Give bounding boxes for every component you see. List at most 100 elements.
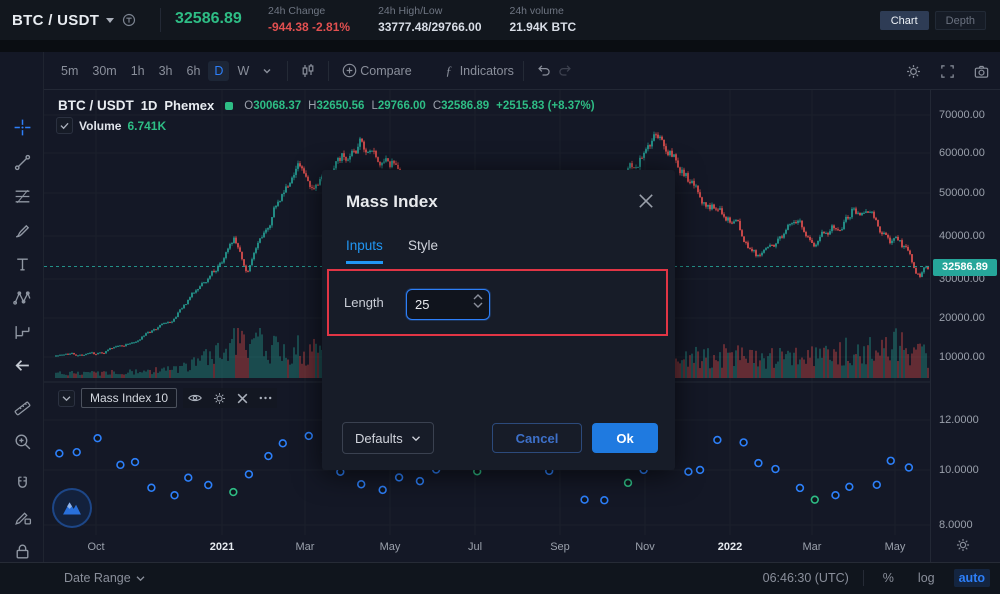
view-toggle: Chart Depth [880, 11, 986, 30]
divider [287, 61, 288, 81]
chevron-down-icon [106, 18, 114, 23]
length-input-wrap [406, 289, 490, 320]
undo-icon[interactable] [533, 60, 555, 82]
indicator-eye-icon[interactable] [187, 390, 203, 406]
price-axis[interactable]: 70000.0060000.0050000.0040000.0030000.00… [930, 90, 1000, 562]
trend-line-icon[interactable] [12, 152, 32, 172]
percent-scale-button[interactable]: % [878, 569, 899, 587]
interval-button-6h[interactable]: 6h [181, 61, 207, 81]
zoom-in-icon[interactable] [12, 431, 32, 451]
divider [523, 61, 524, 81]
chart-legend: BTC / USDT 1D Phemex O30068.37H32650.56L… [58, 98, 595, 113]
fullscreen-icon[interactable] [936, 60, 958, 82]
camera-snapshot-icon[interactable] [970, 60, 992, 82]
ohlc-item: O30068.37 [244, 100, 301, 112]
symbol-selector[interactable]: BTC / USDT [12, 0, 137, 40]
candle-style-icon[interactable] [297, 60, 319, 82]
volume-value: 6.741K [127, 119, 166, 133]
market-stats: 24h Change-944.38 -2.81% 24h High/Low3377… [268, 5, 576, 34]
time-tick-label: May [885, 541, 906, 553]
tab-style[interactable]: Style [408, 238, 438, 261]
interval-button-d[interactable]: D [208, 61, 229, 81]
ohlc-item: L29766.00 [371, 100, 425, 112]
cancel-button[interactable]: Cancel [492, 423, 582, 453]
indicator-remove-x-icon[interactable] [236, 392, 249, 405]
settings-gear-icon[interactable] [902, 60, 924, 82]
measure-ruler-icon[interactable] [12, 398, 32, 418]
bottom-bar-right: 06:46:30 (UTC) % log auto [763, 569, 990, 587]
price-tick-label: 50000.00 [939, 187, 985, 199]
mass-index-title[interactable]: Mass Index 10 [81, 388, 177, 408]
indicators-button[interactable]: Indicators [460, 64, 514, 78]
symbol-label: BTC / USDT [12, 12, 99, 29]
market-stat: 24h Change-944.38 -2.81% [268, 5, 350, 34]
xabcd-pattern-icon[interactable] [12, 288, 32, 308]
indicator-more-dots-icon[interactable] [258, 394, 273, 402]
stay-in-drawing-mode-icon[interactable] [12, 507, 32, 527]
compare-plus-icon [338, 60, 360, 82]
mass-index-legend: Mass Index 10 [58, 388, 277, 408]
interval-button-30m[interactable]: 30m [86, 61, 122, 81]
stepper-down-icon[interactable] [473, 302, 483, 308]
interval-button-5m[interactable]: 5m [55, 61, 84, 81]
text-tool-icon[interactable] [12, 254, 32, 274]
lock-drawings-icon[interactable] [12, 541, 32, 561]
market-stat: 24h High/Low33777.48/29766.00 [378, 5, 481, 34]
interval-button-3h[interactable]: 3h [153, 61, 179, 81]
volume-toggle-checkbox[interactable] [56, 117, 73, 134]
highlight-annotation-box: Length [327, 269, 668, 336]
interval-chevron-icon[interactable] [256, 60, 278, 82]
crosshair-icon[interactable] [12, 117, 32, 137]
stat-label: 24h Change [268, 5, 350, 17]
coin-info-icon[interactable] [121, 12, 137, 28]
tab-inputs[interactable]: Inputs [346, 238, 383, 264]
time-tick-label: Jul [468, 541, 482, 553]
bottom-bar: Date Range 06:46:30 (UTC) % log auto [0, 562, 1000, 594]
number-stepper[interactable] [473, 294, 483, 308]
compare-button[interactable]: Compare [360, 64, 411, 78]
legend-interval: 1D [141, 98, 158, 113]
price-tick-label: 8.0000 [939, 519, 973, 531]
mass-index-collapse-chevron[interactable] [58, 390, 75, 407]
forecast-tool-icon[interactable] [12, 322, 32, 342]
brush-icon[interactable] [12, 220, 32, 240]
ok-button[interactable]: Ok [592, 423, 658, 453]
time-tick-label: May [380, 541, 401, 553]
change-value: +2515.83 (+8.37%) [496, 100, 594, 112]
date-range-button[interactable]: Date Range [64, 571, 145, 585]
axis-settings-gear-icon[interactable] [955, 537, 973, 555]
magnet-icon[interactable] [12, 473, 32, 493]
dialog-title: Mass Index [346, 192, 438, 212]
interval-button-w[interactable]: W [231, 61, 255, 81]
price-tick-label: 40000.00 [939, 230, 985, 242]
length-field-label: Length [344, 295, 384, 310]
length-input[interactable] [415, 290, 465, 319]
stat-label: 24h High/Low [378, 5, 481, 17]
auto-scale-button[interactable]: auto [954, 569, 990, 587]
volume-legend: Volume 6.741K [56, 117, 166, 134]
stat-value: 21.94K BTC [510, 20, 577, 34]
indicator-settings-gear-icon[interactable] [212, 391, 227, 406]
depth-view-button[interactable]: Depth [935, 11, 986, 30]
time-axis[interactable]: Oct2021MarMayJulSepNov2022MarMay [44, 535, 930, 562]
mass-index-dialog: Mass Index Inputs Style Length Defaults … [322, 170, 675, 470]
dialog-close-x-icon[interactable] [637, 192, 657, 212]
fib-retracement-icon[interactable] [12, 186, 32, 206]
price-tick-label: 70000.00 [939, 109, 985, 121]
clock-timezone[interactable]: 06:46:30 (UTC) [763, 571, 849, 585]
chart-view-button[interactable]: Chart [880, 11, 929, 30]
log-scale-button[interactable]: log [913, 569, 940, 587]
chevron-down-icon [411, 435, 421, 442]
last-price-axis-badge: 32586.89 [933, 259, 997, 276]
mass-index-actions [183, 388, 277, 408]
defaults-button[interactable]: Defaults [342, 422, 434, 454]
ohlc-item: C32586.89 [433, 100, 489, 112]
legend-symbol[interactable]: BTC / USDT [58, 98, 134, 113]
stepper-up-icon[interactable] [473, 294, 483, 300]
collapse-arrow-icon[interactable] [12, 355, 32, 375]
divider [863, 570, 864, 586]
price-tick-label: 12.0000 [939, 414, 979, 426]
redo-icon[interactable] [555, 60, 577, 82]
time-tick-label: Nov [635, 541, 655, 553]
interval-button-1h[interactable]: 1h [125, 61, 151, 81]
